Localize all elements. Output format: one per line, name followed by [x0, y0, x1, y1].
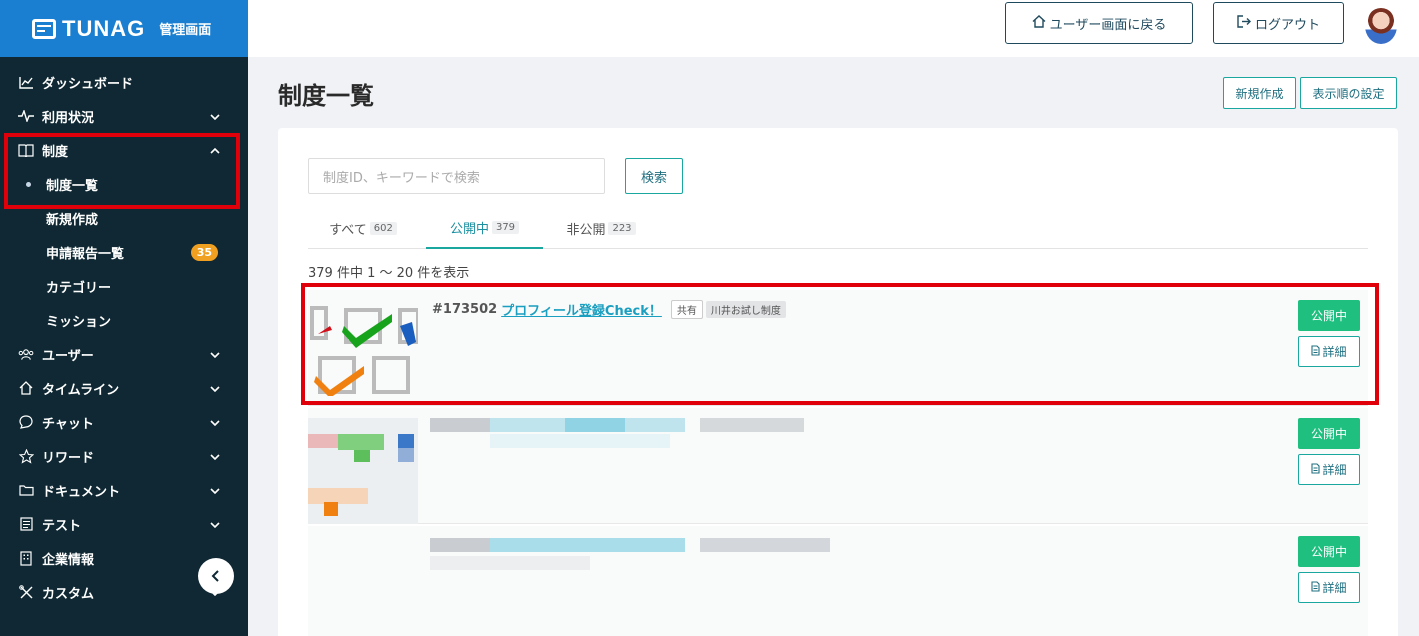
chart-icon — [18, 74, 34, 90]
sidebar-item-test[interactable]: テスト — [0, 507, 248, 541]
sidebar-item-label: ドキュメント — [42, 484, 121, 500]
sidebar-subitem-label: ミッション — [46, 314, 112, 330]
tab-label: 公開中 — [449, 222, 489, 237]
tab-public[interactable]: 公開中 379 — [426, 208, 543, 249]
sidebar-item-label: リワード — [42, 450, 95, 466]
tab-label: すべて — [329, 223, 367, 238]
blurred-link — [490, 538, 685, 552]
sidebar-subitem-applications[interactable]: 申請報告一覧 35 — [0, 235, 248, 269]
brand-sub: 管理画面 — [159, 23, 212, 38]
sidebar-item-label: ユーザー — [42, 348, 94, 364]
tab-private[interactable]: 非公開 223 — [551, 208, 651, 249]
logo-bar[interactable]: TUNAG 管理画面 — [0, 0, 248, 57]
sidebar: TUNAG 管理画面 ダッシュボード 利用状況 制度 制度一覧 新規作成 申請報… — [0, 0, 248, 636]
activity-icon — [18, 108, 34, 124]
detail-button[interactable]: 詳細 — [1298, 454, 1360, 485]
avatar[interactable] — [1365, 8, 1397, 44]
back-to-user-screen-label: ユーザー画面に戻る — [1049, 17, 1167, 33]
search-button[interactable]: 検索 — [625, 158, 683, 194]
sidebar-subitem-mission[interactable]: ミッション — [0, 303, 248, 337]
tools-icon — [18, 584, 34, 600]
test-icon — [18, 516, 34, 532]
tab-all[interactable]: すべて 602 — [308, 208, 418, 249]
logout-label: ログアウト — [1254, 17, 1320, 33]
search-input[interactable]: 制度ID、キーワードで検索 — [308, 158, 605, 194]
status-public-button[interactable]: 公開中 — [1298, 418, 1360, 449]
star-icon — [18, 448, 34, 464]
back-to-user-screen-button[interactable]: ユーザー画面に戻る — [1005, 2, 1193, 44]
sidebar-item-label: チャット — [42, 416, 94, 432]
blurred-thumbnail — [308, 418, 418, 524]
blurred-text — [430, 556, 590, 570]
building-icon — [18, 550, 34, 566]
new-system-button[interactable]: 新規作成 — [1223, 77, 1296, 109]
sidebar-item-reward[interactable]: リワード — [0, 439, 248, 473]
sidebar-item-label: テスト — [42, 518, 82, 534]
chevron-down-icon — [210, 484, 220, 497]
detail-button[interactable]: 詳細 — [1298, 572, 1360, 603]
highlight-box-nav — [4, 133, 240, 209]
chevron-left-icon — [211, 570, 219, 582]
list-item: 公開中 詳細 — [308, 526, 1368, 636]
chevron-down-icon — [210, 416, 220, 429]
blurred-link — [565, 418, 625, 432]
logout-icon — [1237, 14, 1251, 32]
chevron-down-icon — [210, 450, 220, 463]
sidebar-item-label: 利用状況 — [42, 110, 95, 126]
collapse-sidebar-button[interactable] — [198, 558, 234, 594]
folder-icon — [18, 482, 34, 498]
detail-label: 詳細 — [1322, 463, 1347, 477]
sidebar-item-label: タイムライン — [42, 382, 120, 398]
home-icon — [18, 380, 34, 396]
sidebar-subitem-label: 新規作成 — [46, 212, 99, 228]
sidebar-item-label: 企業情報 — [42, 552, 95, 568]
result-count: 379 件中 1 〜 20 件を表示 — [308, 266, 470, 281]
sidebar-item-dashboard[interactable]: ダッシュボード — [0, 65, 248, 99]
sidebar-item-chat[interactable]: チャット — [0, 405, 248, 439]
tab-count: 602 — [369, 222, 397, 235]
sidebar-subitem-category[interactable]: カテゴリー — [0, 269, 248, 303]
highlight-box-row — [301, 283, 1379, 405]
blurred-tag — [700, 418, 804, 432]
blurred-tag — [700, 538, 830, 552]
detail-label: 詳細 — [1322, 581, 1347, 595]
status-public-button[interactable]: 公開中 — [1298, 536, 1360, 567]
chevron-down-icon — [210, 110, 220, 123]
sidebar-item-label: ダッシュボード — [42, 76, 134, 92]
page-title: 制度一覧 — [278, 82, 374, 110]
chat-icon — [18, 414, 34, 430]
chevron-down-icon — [210, 382, 220, 395]
users-icon — [18, 346, 34, 362]
list-item: 公開中 詳細 — [308, 408, 1368, 524]
status-tabs: すべて 602 公開中 379 非公開 223 — [308, 208, 1368, 249]
count-badge: 35 — [190, 243, 218, 261]
sidebar-item-users[interactable]: ユーザー — [0, 337, 248, 371]
logout-button[interactable]: ログアウト — [1213, 2, 1344, 44]
sidebar-item-label: カスタム — [42, 586, 95, 602]
logo-icon — [32, 18, 56, 39]
blurred-text — [490, 434, 670, 448]
chevron-down-icon — [210, 518, 220, 531]
sidebar-item-usage[interactable]: 利用状況 — [0, 99, 248, 133]
blurred-text — [430, 538, 490, 552]
blurred-text — [430, 418, 490, 432]
chevron-down-icon — [210, 348, 220, 361]
tab-label: 非公開 — [566, 223, 606, 238]
document-icon — [1311, 580, 1321, 595]
sidebar-item-document[interactable]: ドキュメント — [0, 473, 248, 507]
home-icon — [1032, 14, 1046, 32]
document-icon — [1311, 462, 1321, 477]
display-order-button[interactable]: 表示順の設定 — [1300, 77, 1397, 109]
sidebar-subitem-label: 申請報告一覧 — [46, 246, 125, 262]
tab-count: 379 — [491, 221, 520, 234]
sidebar-item-timeline[interactable]: タイムライン — [0, 371, 248, 405]
sidebar-subitem-label: カテゴリー — [46, 280, 112, 296]
tab-count: 223 — [608, 222, 636, 235]
brand-name: TUNAG — [62, 15, 146, 41]
